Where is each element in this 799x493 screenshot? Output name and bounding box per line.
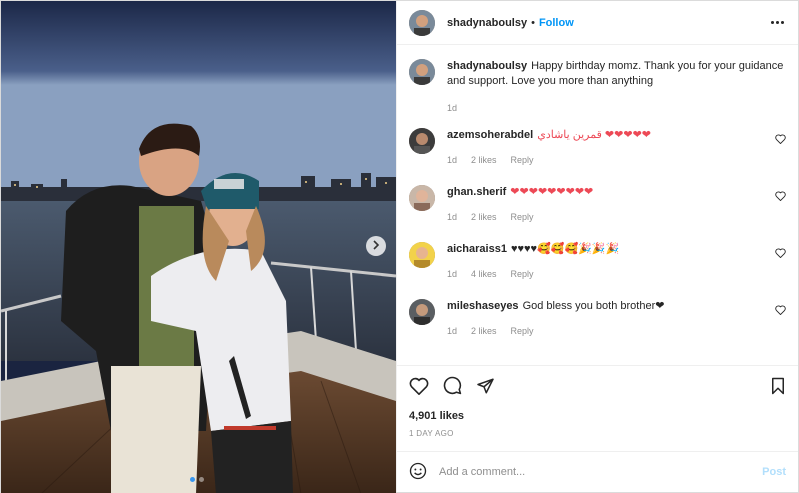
caption-username[interactable]: shadynaboulsy	[447, 60, 527, 72]
comment-username[interactable]: ghan.sherif	[447, 186, 506, 198]
comment-meta: 1d 4 likes Reply	[447, 267, 775, 282]
comment-body: ghan.sherif ❤❤❤❤❤❤❤❤❤ 1d 2 likes Reply	[447, 185, 775, 225]
post-date: 1 DAY AGO	[409, 429, 454, 438]
heart-icon[interactable]	[775, 134, 786, 147]
share-icon[interactable]	[476, 377, 495, 398]
comment-meta: 1d 2 likes Reply	[447, 153, 775, 168]
carousel-dot-2	[199, 477, 204, 482]
comment-item: ghan.sherif ❤❤❤❤❤❤❤❤❤ 1d 2 likes Reply	[409, 185, 786, 225]
reply-button[interactable]: Reply	[511, 267, 534, 282]
comment-text: ♥♥♥♥🥰🥰🥰🎉🎉🎉	[510, 243, 620, 255]
comment-icon[interactable]	[443, 376, 462, 398]
emoji-icon[interactable]	[409, 462, 427, 483]
comment-body: azemsoherabdel قمرين ياشادي ❤❤❤❤❤ 1d 2 li…	[447, 128, 775, 168]
heart-icon[interactable]	[775, 248, 786, 261]
follow-button[interactable]: Follow	[539, 17, 574, 29]
instagram-post: shadynaboulsy • Follow shadynaboulsy Happ…	[0, 0, 799, 493]
heart-icon[interactable]	[409, 377, 429, 398]
comment-likes[interactable]: 4 likes	[471, 267, 497, 282]
post-actions: 4,901 likes 1 DAY AGO	[397, 365, 798, 451]
heart-icon[interactable]	[775, 305, 786, 318]
comment-meta: 1d 2 likes Reply	[447, 324, 775, 339]
add-comment-bar: Post	[397, 451, 798, 492]
likes-count[interactable]: 4,901 likes	[409, 410, 786, 422]
post-author-username[interactable]: shadynaboulsy	[447, 17, 527, 29]
comment-body: mileshaseyes God bless you both brother❤ …	[447, 299, 775, 339]
comment-age: 1d	[447, 155, 458, 165]
chevron-right-icon	[372, 239, 380, 253]
photo-image	[1, 1, 396, 493]
caption-age: 1d	[447, 103, 458, 113]
comment-age: 1d	[447, 326, 458, 336]
comment-meta: 1d 2 likes Reply	[447, 210, 775, 225]
avatar[interactable]	[409, 128, 435, 154]
comment-text: قمرين ياشادي ❤❤❤❤❤	[537, 129, 652, 141]
reply-button[interactable]: Reply	[511, 210, 534, 225]
action-icons	[409, 376, 786, 398]
post-sidebar: shadynaboulsy • Follow shadynaboulsy Happ…	[396, 1, 798, 492]
comment-age: 1d	[447, 269, 458, 279]
avatar[interactable]	[409, 59, 435, 85]
header-separator: •	[531, 16, 535, 29]
bookmark-icon[interactable]	[770, 377, 786, 398]
avatar[interactable]	[409, 9, 435, 36]
more-options-icon[interactable]	[771, 21, 784, 24]
comment-item: aicharaiss1 ♥♥♥♥🥰🥰🥰🎉🎉🎉 1d 4 likes Reply	[409, 242, 786, 282]
carousel-indicator	[190, 477, 204, 482]
comment-text: God bless you both brother❤	[522, 300, 665, 312]
heart-icon[interactable]	[775, 191, 786, 204]
caption-body: shadynaboulsy Happy birthday momz. Thank …	[447, 59, 786, 116]
comment-input[interactable]	[439, 466, 763, 478]
caption-meta: 1d	[447, 101, 786, 116]
comment-username[interactable]: mileshaseyes	[447, 300, 519, 312]
comment-age: 1d	[447, 212, 458, 222]
comments-list: shadynaboulsy Happy birthday momz. Thank …	[397, 45, 798, 365]
caption: shadynaboulsy Happy birthday momz. Thank …	[409, 59, 786, 116]
comment-username[interactable]: aicharaiss1	[447, 243, 507, 255]
comment-username[interactable]: azemsoherabdel	[447, 129, 533, 141]
post-header: shadynaboulsy • Follow	[397, 1, 798, 45]
avatar[interactable]	[409, 299, 435, 325]
reply-button[interactable]: Reply	[511, 324, 534, 339]
avatar[interactable]	[409, 242, 435, 268]
next-photo-button[interactable]	[366, 236, 386, 256]
comment-likes[interactable]: 2 likes	[471, 324, 497, 339]
avatar[interactable]	[409, 185, 435, 211]
post-photo[interactable]	[1, 1, 396, 493]
comment-likes[interactable]: 2 likes	[471, 153, 497, 168]
comment-body: aicharaiss1 ♥♥♥♥🥰🥰🥰🎉🎉🎉 1d 4 likes Reply	[447, 242, 775, 282]
carousel-dot-1	[190, 477, 195, 482]
post-button[interactable]: Post	[762, 466, 786, 478]
comment-text: ❤❤❤❤❤❤❤❤❤	[510, 186, 594, 198]
comment-item: azemsoherabdel قمرين ياشادي ❤❤❤❤❤ 1d 2 li…	[409, 128, 786, 168]
comment-item: mileshaseyes God bless you both brother❤ …	[409, 299, 786, 339]
comment-likes[interactable]: 2 likes	[471, 210, 497, 225]
reply-button[interactable]: Reply	[511, 153, 534, 168]
